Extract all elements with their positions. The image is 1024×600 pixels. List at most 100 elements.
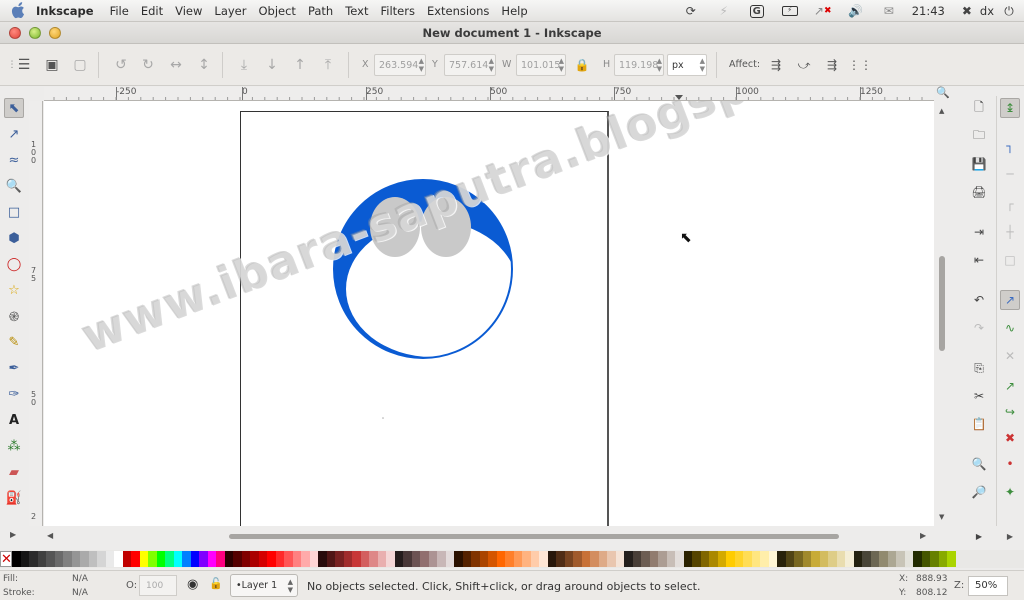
redo-icon[interactable]: ↷ [969, 318, 989, 338]
color-swatch[interactable] [641, 551, 650, 567]
color-swatch[interactable] [318, 551, 327, 567]
color-swatch[interactable] [224, 551, 233, 567]
paint-bucket-tool-icon[interactable]: ⛽ [4, 488, 24, 508]
color-swatch[interactable] [547, 551, 556, 567]
color-swatch[interactable] [335, 551, 344, 567]
color-swatch[interactable] [675, 551, 684, 567]
color-swatch[interactable] [802, 551, 811, 567]
color-swatch[interactable] [845, 551, 854, 567]
color-swatch[interactable] [122, 551, 131, 567]
color-swatch[interactable] [428, 551, 437, 567]
x-field[interactable]: 263.594 ▲ ▼ [374, 54, 426, 76]
menu-edit[interactable]: Edit [135, 4, 169, 18]
color-swatch[interactable] [836, 551, 845, 567]
color-swatch[interactable] [726, 551, 735, 567]
menu-file[interactable]: File [104, 4, 135, 18]
zoom-field[interactable]: 50% [968, 576, 1008, 596]
color-swatch[interactable] [114, 551, 123, 567]
color-swatch[interactable] [751, 551, 760, 567]
color-swatch[interactable] [437, 551, 446, 567]
color-swatch[interactable] [411, 551, 420, 567]
snap-bbox-icon[interactable]: ┐ [1000, 136, 1020, 156]
color-swatch[interactable] [930, 551, 939, 567]
mail-icon[interactable]: ✉ [878, 0, 900, 22]
color-swatch[interactable] [360, 551, 369, 567]
color-swatch[interactable] [811, 551, 820, 567]
color-swatch[interactable] [828, 551, 837, 567]
snap-midpoints-icon[interactable]: ✖ [1000, 428, 1020, 448]
snap-nodes-icon[interactable]: ↗ [1000, 290, 1020, 310]
color-swatch[interactable] [590, 551, 599, 567]
snap-intersections-icon[interactable]: ✕ [1000, 346, 1020, 366]
color-swatch[interactable] [921, 551, 930, 567]
calligraphy-tool-icon[interactable]: ✑ [4, 384, 24, 404]
lower-to-bottom-icon[interactable]: ⤓ [234, 55, 254, 75]
paste-icon[interactable]: 📋 [969, 414, 989, 434]
flip-vertical-icon[interactable]: ↕ [194, 55, 214, 75]
snaps-more-icon[interactable]: ▶ [1000, 526, 1020, 546]
maximize-button[interactable] [49, 27, 61, 39]
menu-filters[interactable]: Filters [374, 4, 420, 18]
color-swatch[interactable] [471, 551, 480, 567]
snap-bbox-edge-icon[interactable]: ─ [1000, 164, 1020, 184]
color-swatch[interactable] [377, 551, 386, 567]
deselect-icon[interactable]: ▢ [70, 55, 90, 75]
user-name[interactable]: dx [980, 4, 994, 18]
color-swatch[interactable] [207, 551, 216, 567]
layer-dropdown-icon[interactable]: ▲ ▼ [288, 578, 293, 594]
scale-stroke-icon[interactable]: ⇶ [766, 55, 786, 75]
w-spinner[interactable]: ▲ ▼ [559, 57, 564, 73]
color-swatch[interactable] [632, 551, 641, 567]
tweak-tool-icon[interactable]: ≈ [4, 150, 24, 170]
color-swatch[interactable] [819, 551, 828, 567]
export-icon[interactable]: ⇤ [969, 250, 989, 270]
pen-tool-icon[interactable]: ✒ [4, 358, 24, 378]
snap-smooth-icon[interactable]: ↪ [1000, 402, 1020, 422]
rectangle-tool-icon[interactable]: □ [4, 202, 24, 222]
lock-icon[interactable]: 🔒 [572, 55, 592, 75]
color-swatch[interactable] [369, 551, 378, 567]
zoom-drawing-icon[interactable]: 🔎 [969, 482, 989, 502]
move-patterns-icon[interactable]: ⋮⋮ [848, 55, 872, 75]
zoom-corner-icon[interactable]: 🔍 [936, 86, 950, 99]
raise-icon[interactable]: ↑ [290, 55, 310, 75]
color-swatch[interactable] [275, 551, 284, 567]
move-gradients-icon[interactable]: ⇶ [822, 55, 842, 75]
color-swatch[interactable] [37, 551, 46, 567]
zoom-selection-icon[interactable]: 🔍 [969, 454, 989, 474]
horizontal-ruler[interactable]: -250 0 250 500 750 1000 1250 [44, 87, 934, 101]
star-tool-icon[interactable]: ☆ [4, 280, 24, 300]
layer-select[interactable]: •Layer 1 ▲ ▼ [230, 574, 298, 597]
color-swatch[interactable] [139, 551, 148, 567]
color-swatch[interactable] [182, 551, 191, 567]
color-swatch[interactable] [479, 551, 488, 567]
menu-view[interactable]: View [169, 4, 208, 18]
color-swatch[interactable] [309, 551, 318, 567]
color-swatch[interactable] [666, 551, 675, 567]
color-swatch[interactable] [173, 551, 182, 567]
color-swatch[interactable] [853, 551, 862, 567]
menu-extensions[interactable]: Extensions [421, 4, 495, 18]
color-swatch[interactable] [573, 551, 582, 567]
y-field[interactable]: 757.614 ▲ ▼ [444, 54, 496, 76]
scroll-up-icon[interactable]: ▲ [939, 107, 944, 115]
color-swatch[interactable] [938, 551, 947, 567]
open-icon[interactable]: 🗀 [969, 126, 989, 146]
flip-horizontal-icon[interactable]: ↔ [166, 55, 186, 75]
power-icon[interactable]: ⚡ [713, 0, 735, 22]
print-icon[interactable]: 🖨 [969, 182, 989, 202]
volume-icon[interactable]: 🔊 [845, 0, 867, 22]
y-spinner[interactable]: ▲ ▼ [489, 57, 494, 73]
pencil-tool-icon[interactable]: ✎ [4, 332, 24, 352]
horizontal-scrollbar[interactable]: ◀ ▶ [44, 530, 934, 542]
select-all-layers-icon[interactable]: ▣ [42, 55, 62, 75]
color-swatch[interactable] [46, 551, 55, 567]
network-icon[interactable]: ↗ ✖ [812, 0, 834, 22]
swatch-none-icon[interactable]: ✕ [0, 551, 12, 567]
color-swatch[interactable] [131, 551, 140, 567]
color-swatch[interactable] [615, 551, 624, 567]
menu-object[interactable]: Object [252, 4, 301, 18]
text-tool-icon[interactable]: A [4, 410, 24, 430]
color-swatch[interactable] [80, 551, 89, 567]
lower-icon[interactable]: ↓ [262, 55, 282, 75]
